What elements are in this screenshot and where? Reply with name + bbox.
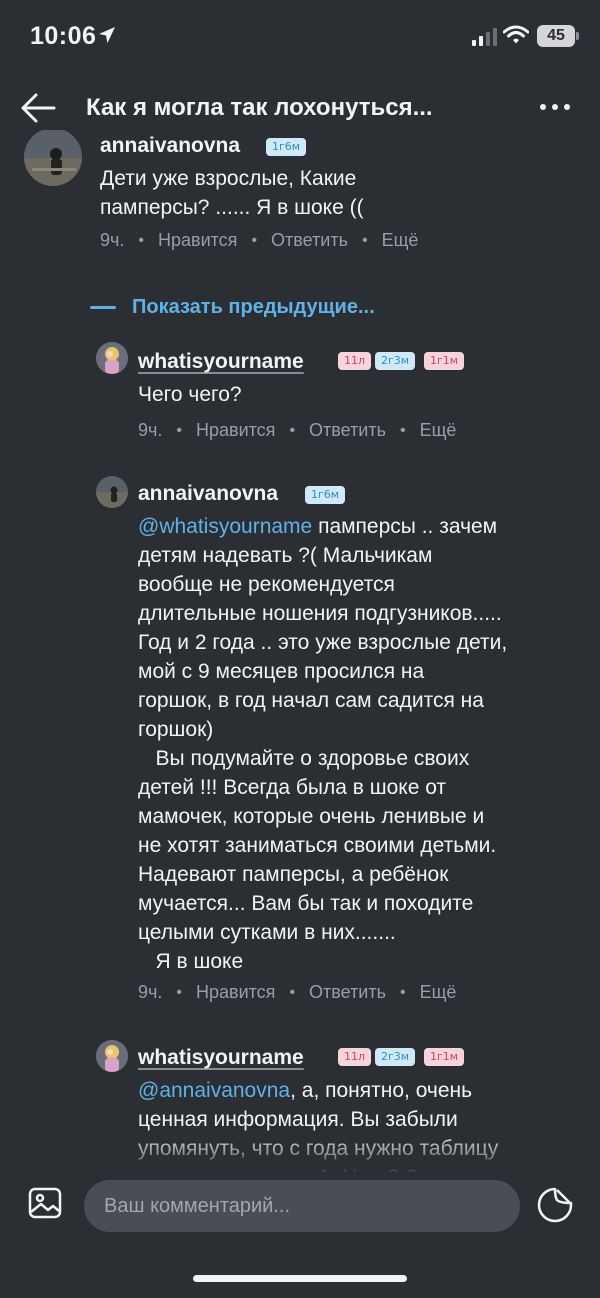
status-badge: 11л: [338, 1048, 372, 1066]
battery-tip: [576, 32, 579, 40]
back-button[interactable]: [20, 92, 56, 124]
avatar[interactable]: [24, 130, 82, 186]
more-button[interactable]: Ещё: [420, 982, 457, 1003]
comment-username[interactable]: annaivanovna: [100, 134, 240, 158]
status-badge: 1г1м: [424, 352, 465, 370]
separator-dot: •: [251, 231, 258, 249]
reply-button[interactable]: Ответить: [271, 230, 348, 251]
comment-username[interactable]: whatisyourname: [138, 350, 304, 374]
mention-link[interactable]: @whatisyourname: [138, 515, 312, 538]
separator-dot: •: [362, 231, 368, 249]
more-options-icon[interactable]: [540, 104, 570, 110]
mention-link[interactable]: @annaivanovna: [138, 1079, 290, 1102]
more-button[interactable]: Ещё: [382, 230, 419, 251]
dash-icon: [90, 306, 116, 309]
like-button[interactable]: Нравится: [196, 420, 275, 441]
wifi-icon: [502, 25, 530, 50]
status-badge: 1г1м: [424, 1048, 465, 1066]
arrow-left-icon: [21, 93, 56, 123]
status-bar: 10:06 45: [0, 0, 600, 72]
comment-input[interactable]: [84, 1180, 520, 1232]
cellular-signal-icon: [472, 28, 497, 46]
comment-time: 9ч.: [138, 420, 163, 440]
comment-text: Чего чего?: [138, 383, 242, 406]
comment-text: Дети уже взрослые, Какие памперсы? .....…: [100, 167, 364, 219]
show-previous-label: Показать предыдущие...: [132, 296, 375, 318]
comment-time: 9ч.: [138, 982, 163, 1002]
reply-button[interactable]: Ответить: [309, 982, 386, 1003]
status-time: 10:06: [30, 22, 97, 50]
comment-meta: 9ч. • Нравится • Ответить • Ещё: [138, 982, 456, 1003]
separator-dot: •: [289, 421, 296, 439]
comment-reply: annaivanovna 1г6м @whatisyourname пампер…: [0, 474, 600, 1014]
status-badge: 1г6м: [266, 138, 307, 156]
page-title: Как я могла так лохонуться...: [86, 94, 433, 121]
show-previous-button[interactable]: Показать предыдущие...: [90, 296, 375, 319]
separator-dot: •: [176, 421, 182, 439]
scroll-fade: [0, 1130, 600, 1172]
comment-meta: 9ч. • Нравится • Ответить • Ещё: [138, 420, 456, 441]
separator-dot: •: [400, 983, 406, 1001]
comment-username[interactable]: whatisyourname: [138, 1046, 304, 1070]
separator-dot: •: [400, 421, 406, 439]
home-indicator[interactable]: [193, 1275, 407, 1282]
avatar[interactable]: [96, 1040, 128, 1072]
reply-button[interactable]: Ответить: [309, 420, 386, 441]
comments-list: annaivanovna 1г6м Дети уже взрослые, Как…: [0, 130, 600, 1172]
status-badge: 2г3м: [375, 1048, 416, 1066]
avatar[interactable]: [96, 342, 128, 374]
comment-reply: whatisyourname 11л 2г3м 1г1м Чего чего? …: [0, 340, 600, 450]
comment-body: памперсы .. зачем детям надевать ?( Маль…: [138, 515, 508, 973]
image-attach-icon[interactable]: [28, 1186, 62, 1220]
comment: annaivanovna 1г6м Дети уже взрослые, Как…: [0, 130, 600, 270]
more-button[interactable]: Ещё: [420, 420, 457, 441]
sticker-icon[interactable]: [536, 1186, 574, 1224]
status-badge: 1г6м: [305, 486, 346, 504]
battery-icon: 45: [537, 25, 575, 47]
separator-dot: •: [176, 983, 182, 1001]
comment-meta: 9ч. • Нравится • Ответить • Ещё: [100, 230, 418, 251]
location-arrow-icon: [98, 26, 116, 49]
separator-dot: •: [138, 231, 144, 249]
avatar[interactable]: [96, 476, 128, 508]
like-button[interactable]: Нравится: [158, 230, 237, 251]
separator-dot: •: [289, 983, 296, 1001]
status-badge: 11л: [338, 352, 372, 370]
header: Как я могла так лохонуться...: [0, 78, 600, 138]
comment-text: @whatisyourname памперсы .. зачем детям …: [138, 512, 507, 976]
status-badge: 2г3м: [375, 352, 416, 370]
comment-time: 9ч.: [100, 230, 125, 250]
comment-input-bar: [0, 1172, 600, 1252]
battery-level: 45: [547, 27, 565, 44]
comment-username[interactable]: annaivanovna: [138, 482, 278, 506]
like-button[interactable]: Нравится: [196, 982, 275, 1003]
